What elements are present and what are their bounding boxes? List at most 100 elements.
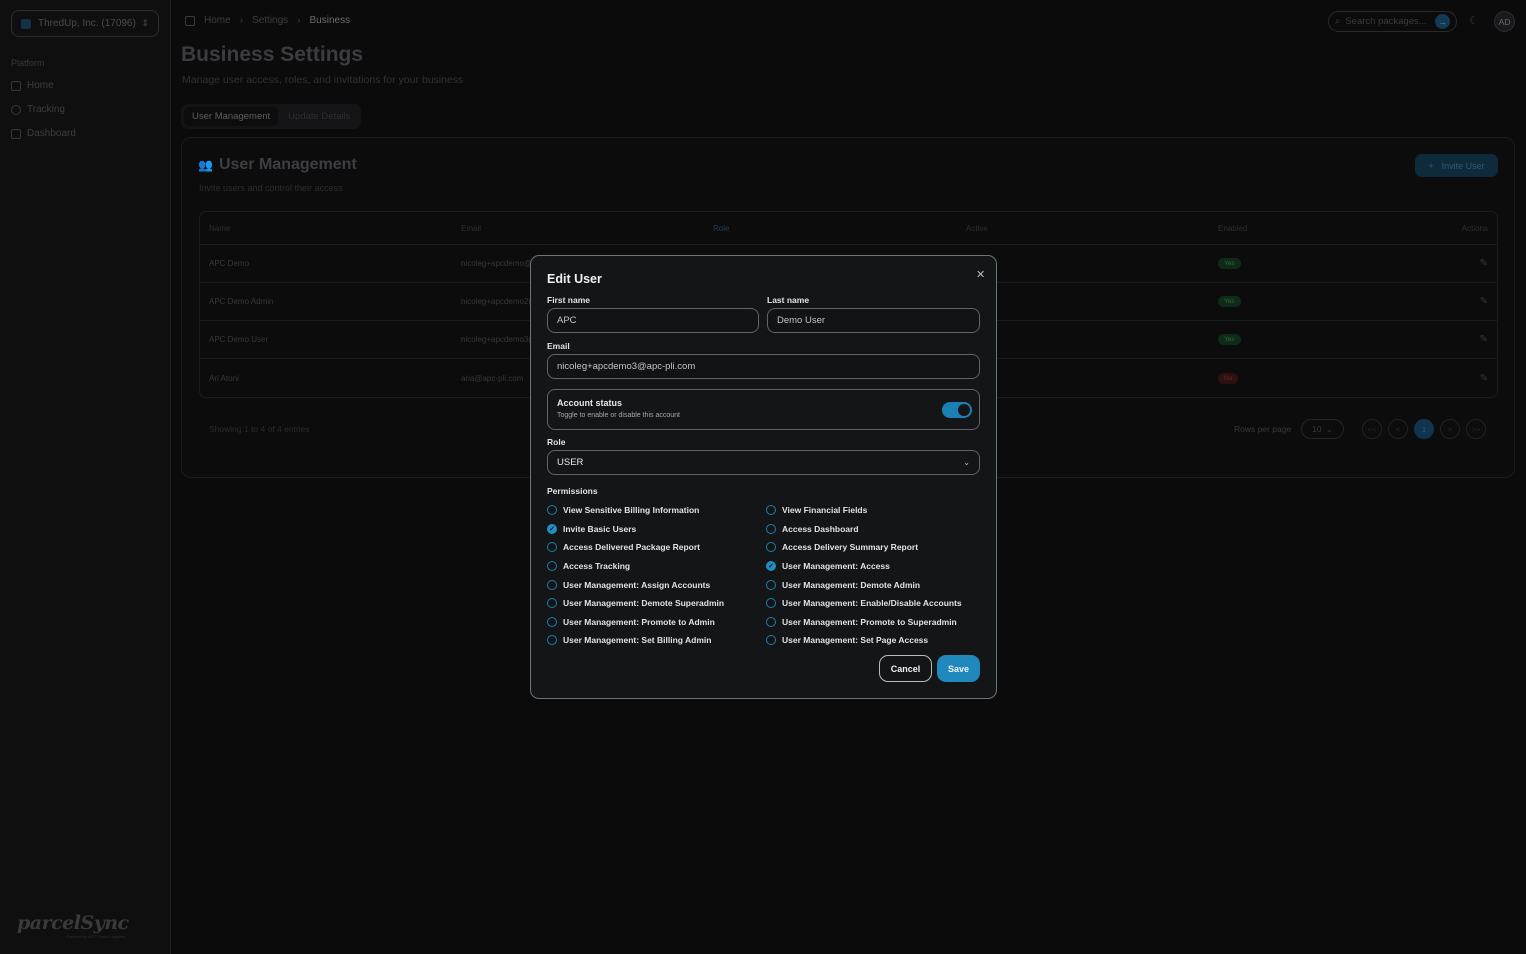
email-field[interactable]: nicoleg+apcdemo3@apc-pli.com <box>547 354 980 379</box>
save-button[interactable]: Save <box>937 655 980 682</box>
last-name-field[interactable]: Demo User <box>767 308 980 333</box>
first-name-label: First name <box>547 295 590 305</box>
unchecked-circle-icon[interactable] <box>547 561 557 572</box>
permission-item[interactable]: User Management: Promote to Superadmin <box>766 613 987 632</box>
status-badge: Yes <box>1218 334 1241 345</box>
permission-label: User Management: Set Billing Admin <box>563 635 712 646</box>
breadcrumb-settings[interactable]: Settings <box>252 15 288 26</box>
permission-item[interactable]: Access Delivered Package Report <box>547 538 766 557</box>
column-email[interactable]: Email <box>461 224 713 233</box>
prev-page-button[interactable]: < <box>1388 419 1408 439</box>
card-title-text: User Management <box>218 156 357 173</box>
dialog-title: Edit User <box>547 272 602 286</box>
role-value: USER <box>557 457 584 468</box>
permission-label: Access Delivered Package Report <box>563 542 701 553</box>
rows-per-page-select[interactable]: 10 ⌄ <box>1301 419 1344 439</box>
breadcrumb: Home › Settings › Business <box>185 15 350 26</box>
breadcrumb-separator-icon: › <box>297 15 301 26</box>
unchecked-circle-icon[interactable] <box>547 505 557 516</box>
account-status-title: Account status <box>557 398 623 408</box>
users-icon: 👥 <box>198 158 213 172</box>
breadcrumb-home[interactable]: Home <box>204 15 231 26</box>
permission-label: User Management: Promote to Admin <box>563 616 715 627</box>
org-selector[interactable]: ThredUp, Inc. (17096) ⇕ <box>11 10 159 37</box>
account-status-toggle[interactable] <box>942 402 972 418</box>
permission-item[interactable]: Access Tracking <box>547 557 766 576</box>
permission-item[interactable]: User Management: Set Billing Admin <box>547 631 766 650</box>
permission-label: User Management: Assign Accounts <box>563 579 711 590</box>
page-title: Business Settings <box>181 43 364 66</box>
unchecked-circle-icon[interactable] <box>547 542 557 553</box>
moon-icon[interactable]: ☾ <box>1469 14 1479 27</box>
permission-item[interactable]: User Management: Demote Admin <box>766 575 987 594</box>
unchecked-circle-icon[interactable] <box>547 598 557 609</box>
rows-per-page-value: 10 <box>1312 424 1322 434</box>
unchecked-circle-icon[interactable] <box>766 635 776 646</box>
unchecked-circle-icon[interactable] <box>547 635 557 646</box>
status-badge: Yes <box>1218 258 1241 269</box>
checked-circle-icon[interactable]: ✓ <box>766 561 776 572</box>
pagination: << < 1 > >> <box>1362 419 1486 439</box>
column-role[interactable]: Role <box>713 224 966 233</box>
card-subtitle: Invite users and control their access <box>199 183 343 193</box>
tabs: User Management Update Details <box>181 104 362 129</box>
permission-item[interactable]: View Sensitive Billing Information <box>547 501 766 520</box>
unchecked-circle-icon[interactable] <box>766 542 776 553</box>
first-name-field[interactable]: APC <box>547 308 759 333</box>
permission-item[interactable]: User Management: Enable/Disable Accounts <box>766 594 987 613</box>
permission-item[interactable]: Access Delivery Summary Report <box>766 538 987 557</box>
unchecked-circle-icon[interactable] <box>766 579 776 590</box>
tab-user-management[interactable]: User Management <box>184 107 279 126</box>
breadcrumb-separator-icon: › <box>239 15 244 26</box>
permission-item[interactable]: ✓ Invite Basic Users <box>547 520 766 539</box>
unchecked-circle-icon[interactable] <box>547 579 557 590</box>
search-input[interactable]: ⌕ Search packages... → <box>1328 11 1457 32</box>
column-actions: Actions <box>1461 223 1488 233</box>
edit-icon[interactable]: ✎ <box>1480 334 1488 345</box>
edit-icon[interactable]: ✎ <box>1480 296 1488 307</box>
last-page-button[interactable]: >> <box>1466 419 1486 439</box>
permission-item[interactable]: View Financial Fields <box>766 501 987 520</box>
unchecked-circle-icon[interactable] <box>547 616 557 627</box>
tab-update-details[interactable]: Update Details <box>280 107 358 126</box>
sidebar: ThredUp, Inc. (17096) ⇕ Platform Home Tr… <box>0 0 171 954</box>
unchecked-circle-icon[interactable] <box>766 598 776 609</box>
sidebar-item-dashboard[interactable]: Dashboard <box>11 128 76 139</box>
unchecked-circle-icon[interactable] <box>766 505 776 516</box>
role-select[interactable]: USER ⌄ <box>547 450 980 475</box>
edit-icon[interactable]: ✎ <box>1480 258 1488 269</box>
unchecked-circle-icon[interactable] <box>766 616 776 627</box>
avatar[interactable]: AD <box>1494 11 1515 32</box>
permission-item[interactable]: Access Dashboard <box>766 520 987 539</box>
unchecked-circle-icon[interactable] <box>766 523 776 534</box>
edit-user-dialog: Edit User ✕ First name APC Last name Dem… <box>530 255 997 699</box>
permission-item[interactable]: User Management: Set Page Access <box>766 631 987 650</box>
column-active[interactable]: Active <box>966 224 1218 233</box>
column-name[interactable]: Name <box>209 224 461 233</box>
card-title: 👥 User Management <box>198 156 357 174</box>
cell-name: APC Demo User <box>209 335 269 344</box>
permission-item[interactable]: User Management: Demote Superadmin <box>547 594 766 613</box>
permission-item[interactable]: User Management: Assign Accounts <box>547 575 766 594</box>
permission-item[interactable]: User Management: Promote to Admin <box>547 613 766 632</box>
sidebar-toggle-icon[interactable] <box>185 15 195 26</box>
close-icon[interactable]: ✕ <box>976 268 985 281</box>
cell-name: Ari Atoni <box>209 373 239 383</box>
checked-circle-icon[interactable]: ✓ <box>547 523 557 534</box>
column-enabled[interactable]: Enabled <box>1218 224 1458 233</box>
sidebar-item-home[interactable]: Home <box>11 80 54 91</box>
permission-item[interactable]: ✓ User Management: Access <box>766 557 987 576</box>
org-name: ThredUp, Inc. (17096) <box>38 18 136 29</box>
cancel-button[interactable]: Cancel <box>879 655 932 682</box>
edit-icon[interactable]: ✎ <box>1480 373 1488 384</box>
first-page-button[interactable]: << <box>1362 419 1382 439</box>
page-1-button[interactable]: 1 <box>1414 419 1434 439</box>
sidebar-item-tracking[interactable]: Tracking <box>11 104 65 115</box>
permission-label: Access Tracking <box>563 561 631 572</box>
page-subtitle: Manage user access, roles, and invitatio… <box>182 74 464 86</box>
next-page-button[interactable]: > <box>1440 419 1460 439</box>
permission-label: Invite Basic Users <box>563 523 637 534</box>
arrow-right-icon[interactable]: → <box>1435 14 1450 29</box>
invite-user-button[interactable]: + Invite User <box>1415 154 1498 177</box>
rows-per-page-label: Rows per page <box>1234 424 1292 434</box>
